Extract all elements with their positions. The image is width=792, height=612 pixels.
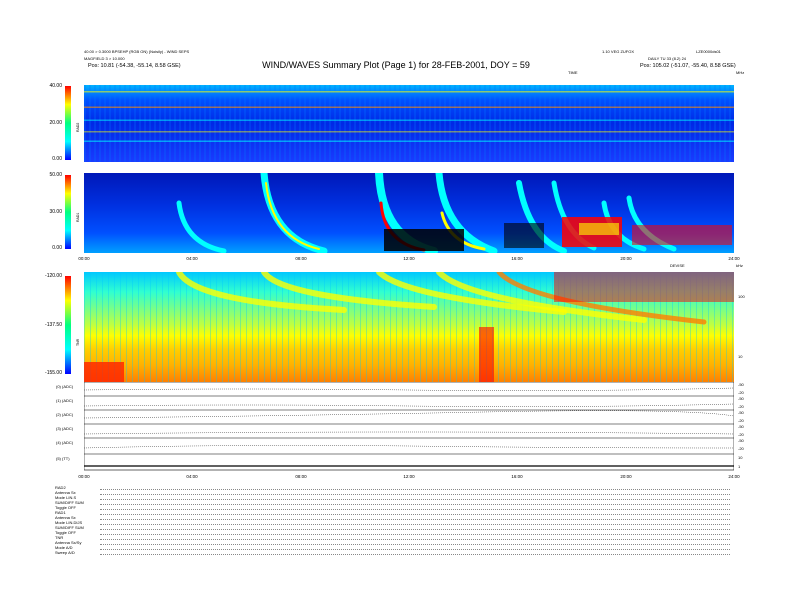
trace-right-tick: 10 (738, 455, 743, 460)
time-tick: 20:00 (620, 474, 632, 479)
trace-right-tick: -20 (738, 418, 744, 423)
rad1-bursts (176, 173, 732, 253)
khz-label: kHz (736, 263, 743, 268)
rad2-label: RAD2 (76, 122, 80, 132)
rad1-ytick-top: 50.00 (49, 172, 62, 178)
rad1-ytick-mid: 30.00 (49, 209, 62, 215)
rad2-ytick-bottom: 0.00 (52, 156, 62, 162)
trace-label: (2) (ADC) (56, 412, 74, 417)
trace-label: (0) (ADC) (56, 384, 74, 389)
time-tick: 16:00 (511, 474, 523, 479)
rad2-spectrogram (84, 85, 734, 162)
trace-right-tick: -50 (738, 396, 744, 401)
time-tick: 00:00 (78, 256, 90, 261)
time-tick: 04:00 (186, 256, 198, 261)
time-tick: 24:00 (728, 256, 740, 261)
trace-right-tick: -50 (738, 382, 744, 387)
trace-right-tick: -50 (738, 438, 744, 443)
time-tick: 24:00 (728, 474, 740, 479)
trace-right-tick: -20 (738, 446, 744, 451)
time-tick: 08:00 (295, 474, 307, 479)
tnr-ytick-top: -120.00 (45, 273, 62, 279)
tnr-ytick-mid: -137.50 (45, 322, 62, 328)
trace-right-tick: -50 (738, 410, 744, 415)
header-right-line1: 1.10 VEG ZUFOX (602, 49, 635, 54)
header-right-id: LZE0000ds01 (696, 49, 721, 54)
trace-right-tick: 1 (738, 464, 741, 469)
time-tick: 12:00 (403, 474, 415, 479)
trace-label: (1) (ADC) (56, 398, 74, 403)
tnr-spectrogram (84, 272, 734, 382)
trace-plot (84, 382, 734, 471)
param-line: Sweep A/D (55, 550, 75, 555)
trace-label: (4) (ADC) (56, 440, 74, 445)
mhz-label: MHz (736, 70, 745, 75)
tnr-colorbar (65, 276, 71, 374)
rad2-colorbar (65, 86, 71, 160)
tnr-right-tick-bottom: 10 (738, 354, 743, 359)
time-label: TIME (568, 70, 578, 75)
rad1-label: RAD1 (76, 212, 80, 222)
trace-right-tick: -20 (738, 404, 744, 409)
trace-right-tick: -20 (738, 432, 744, 437)
rad1-time-label: DEVISE (670, 263, 685, 268)
tnr-bursts (84, 272, 734, 382)
header-right-position: Pos: 105.02 (-51.07, -55.40, 8.58 GSE) (640, 63, 736, 69)
trace-right-tick: -50 (738, 424, 744, 429)
tnr-label: TNR (76, 338, 80, 346)
header-left-line1: 40.00 > 0.3000 BPSEHP (RGB ON) (Noisily)… (84, 49, 190, 54)
time-tick: 04:00 (186, 474, 198, 479)
header-right-line2: DAILY TU 33 (8.2) 24 (648, 56, 687, 61)
time-tick: 12:00 (403, 256, 415, 261)
rad1-spectrogram (84, 173, 734, 253)
trace-right-tick: -20 (738, 390, 744, 395)
time-tick: 20:00 (620, 256, 632, 261)
time-tick: 00:00 (78, 474, 90, 479)
tnr-right-tick-top: 100 (738, 294, 745, 299)
tnr-ytick-bottom: -155.00 (45, 370, 62, 376)
rad1-ytick-bottom: 0.00 (52, 245, 62, 251)
trace-label: (3) (ADC) (56, 426, 74, 431)
rad2-ytick-top: 40.00 (49, 83, 62, 89)
rad2-ytick-mid: 20.00 (49, 120, 62, 126)
trace-label: (5) (TT) (56, 456, 70, 461)
time-tick: 08:00 (295, 256, 307, 261)
time-tick: 16:00 (511, 256, 523, 261)
rad1-colorbar (65, 175, 71, 249)
